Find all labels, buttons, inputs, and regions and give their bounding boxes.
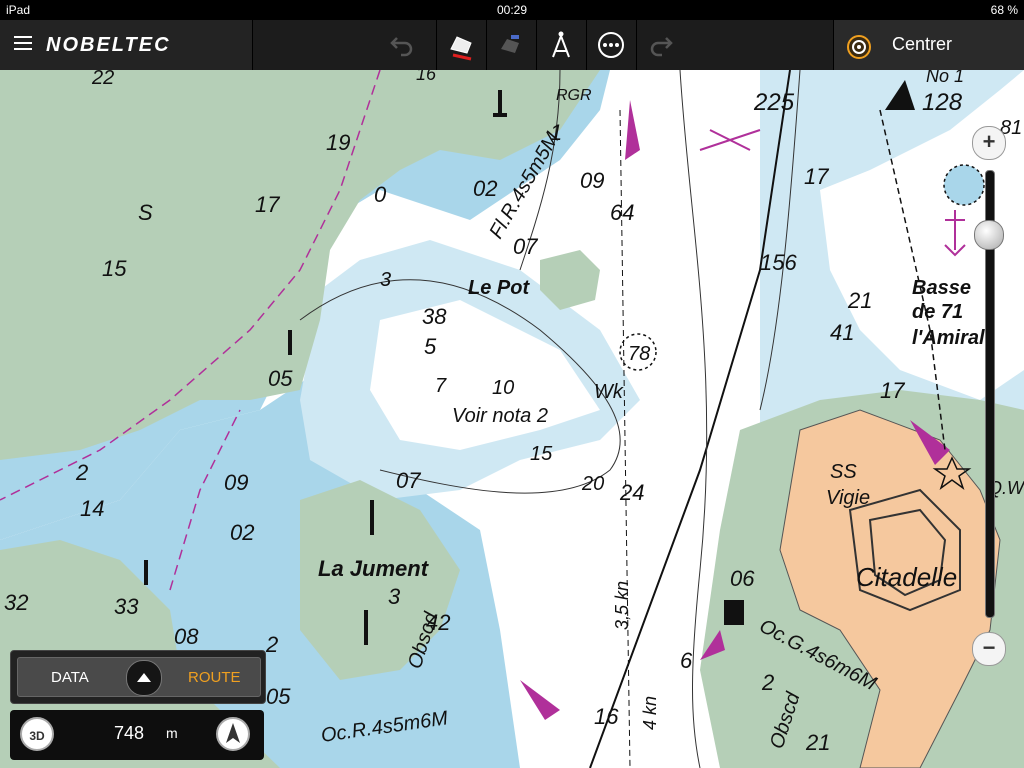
zoom-out-button[interactable]: − [972, 632, 1006, 666]
sounding: 156 [760, 250, 797, 275]
sounding: 06 [730, 566, 755, 591]
sounding: 17 [255, 192, 280, 217]
sounding: 1 [550, 120, 562, 145]
view-3d-button[interactable]: 3D [20, 717, 54, 751]
label-rgr: RGR [556, 87, 592, 104]
sounding: 2 [761, 670, 774, 695]
label-ss: SS [830, 461, 857, 483]
sounding: 0 [374, 182, 387, 207]
label-la-jument: La Jument [318, 556, 430, 581]
sounding: 07 [396, 468, 421, 493]
sounding: 08 [174, 624, 199, 649]
north-up-compass-icon[interactable] [216, 717, 250, 751]
brand-name: NOBELTEC [46, 34, 171, 56]
route-icon[interactable] [486, 20, 535, 70]
label-le-pot: Le Pot [468, 277, 530, 299]
sounding: 24 [619, 480, 644, 505]
sounding: 21 [805, 730, 830, 755]
sounding: 16 [594, 704, 619, 729]
sounding: 07 [513, 234, 538, 259]
sounding: 2 [265, 632, 278, 657]
redo-icon[interactable] [636, 20, 685, 70]
label-current-2: 4 kn [640, 696, 660, 730]
zoom-control: + − [970, 126, 1010, 666]
sounding: 17 [804, 164, 829, 189]
zoom-slider-handle[interactable] [974, 220, 1004, 250]
target-icon [846, 34, 872, 65]
battery-label: 68 % [990, 3, 1018, 17]
zoom-in-button[interactable]: + [972, 126, 1006, 160]
status-bar: iPad 00:29 68 % [0, 0, 1024, 20]
scale-panel: 3D 748 m [10, 710, 264, 760]
label-voir-nota: Voir nota 2 [452, 405, 548, 427]
sounding: 05 [266, 684, 291, 709]
sounding: 41 [830, 320, 854, 345]
lighthouse-east [724, 600, 744, 625]
sounding: 22 [91, 70, 114, 89]
label-wreck: Wk [594, 381, 624, 403]
sounding: 225 [753, 89, 795, 116]
scale-value: 748 [114, 723, 145, 743]
label-seabed-s: S [138, 200, 153, 225]
measure-compass-icon[interactable] [536, 20, 585, 70]
sounding: 05 [268, 366, 293, 391]
data-tab[interactable]: DATA [51, 669, 89, 686]
sounding: 78 [628, 343, 650, 365]
hamburger-menu-icon[interactable] [14, 36, 32, 54]
sounding: 64 [610, 200, 634, 225]
sounding: 09 [580, 168, 604, 193]
sounding: 10 [492, 377, 514, 399]
sounding: 15 [530, 443, 553, 465]
sounding: 7 [435, 375, 447, 397]
sounding: 33 [114, 594, 139, 619]
label-citadelle: Citadelle [856, 562, 957, 592]
sounding: 3 [388, 584, 401, 609]
brand-area: NOBELTEC [0, 20, 253, 70]
undo-icon[interactable] [378, 20, 426, 70]
top-toolbar: NOBELTEC Centrer [0, 20, 1024, 71]
more-icon[interactable] [586, 20, 635, 70]
route-tab[interactable]: ROUTE [188, 669, 241, 686]
label-de: de 71 [912, 301, 963, 323]
sounding: 17 [880, 378, 905, 403]
scale-unit: m [166, 725, 178, 741]
center-button[interactable]: Centrer [833, 20, 1024, 70]
sounding: 5 [424, 334, 437, 359]
sounding: 16 [416, 70, 437, 84]
sounding: 20 [581, 473, 604, 495]
label-vigie: Vigie [826, 487, 870, 509]
sounding: 19 [326, 130, 350, 155]
sounding: 42 [426, 610, 450, 635]
sounding: 2 [75, 460, 88, 485]
sounding: 21 [847, 288, 872, 313]
sounding: 3 [380, 269, 391, 291]
sounding: 15 [102, 256, 127, 281]
sounding: 02 [473, 176, 497, 201]
status-time: 00:29 [496, 3, 528, 17]
sounding: 6 [680, 648, 693, 673]
sounding: 38 [422, 304, 447, 329]
sounding: 128 [922, 89, 963, 116]
data-route-toggle: DATA ROUTE [17, 657, 261, 697]
label-buoy-no1: No 1 [926, 70, 964, 86]
label-basse: Basse [912, 277, 971, 299]
label-current-1: 3,5 kn [612, 581, 632, 630]
expand-panel-icon[interactable] [126, 660, 162, 696]
boat-icon[interactable] [436, 20, 485, 70]
sounding: 09 [224, 470, 248, 495]
sounding: 02 [230, 520, 254, 545]
sounding: 32 [4, 590, 28, 615]
sounding: 14 [80, 496, 104, 521]
data-route-panel: DATA ROUTE [10, 650, 266, 704]
center-label: Centrer [892, 34, 953, 54]
